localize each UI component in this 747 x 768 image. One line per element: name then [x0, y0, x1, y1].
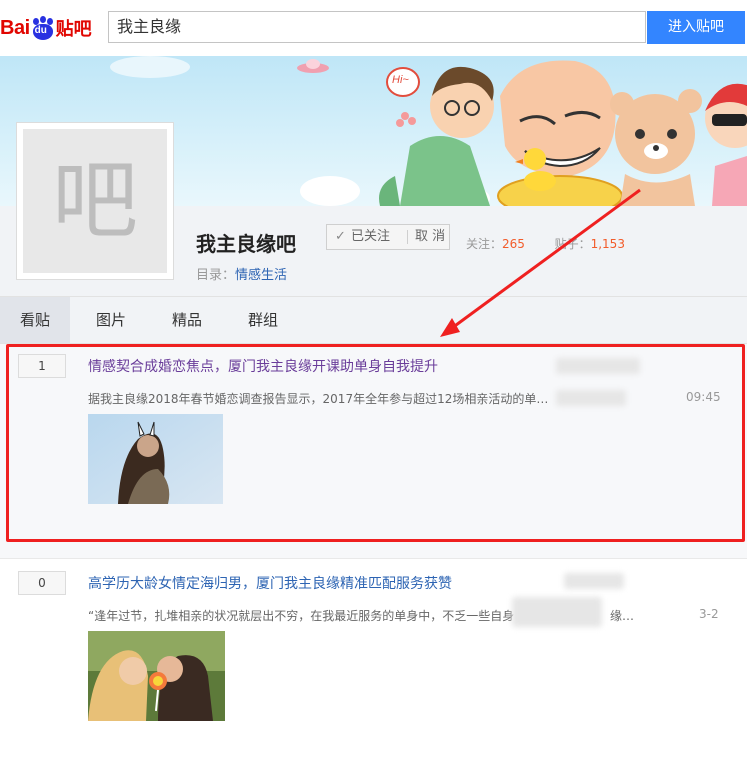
- divider: [407, 230, 408, 244]
- tab-featured[interactable]: 精品: [152, 297, 222, 343]
- follow-status-button[interactable]: ✓ 已关注 取 消: [326, 224, 450, 250]
- forum-avatar-placeholder: 吧: [23, 129, 167, 273]
- followers-count: 265: [502, 237, 525, 251]
- followers-label: 关注：: [466, 237, 503, 251]
- check-icon: ✓: [335, 229, 346, 244]
- unfollow-button[interactable]: 取 消: [415, 225, 445, 249]
- thread-item: 0 高学历大龄女情定海归男，厦门我主良缘精准匹配服务获赞 “逢年过节，扎堆相亲的…: [0, 558, 747, 768]
- enter-forum-button[interactable]: 进入贴吧: [647, 11, 745, 44]
- red-highlight-box: [6, 344, 745, 542]
- forum-tabs: 看贴 图片 精品 群组: [0, 296, 747, 344]
- top-bar: Bai du 贴吧 我主良缘 进入贴吧: [0, 0, 747, 57]
- posts-label: 贴子：: [554, 237, 591, 251]
- logo-bai-text: Bai: [0, 16, 30, 39]
- tab-posts[interactable]: 看贴: [0, 297, 70, 343]
- tab-images[interactable]: 图片: [76, 297, 146, 343]
- logo-tieba-text: 贴吧: [55, 19, 92, 40]
- forum-category: 目录：情感生活: [196, 264, 287, 283]
- blurred-last-replier: [512, 597, 602, 627]
- search-input[interactable]: 我主良缘: [108, 11, 646, 43]
- followed-label: 已关注: [351, 229, 391, 244]
- tab-groups[interactable]: 群组: [228, 297, 298, 343]
- blurred-author: [564, 573, 624, 589]
- forum-avatar[interactable]: 吧: [16, 122, 174, 280]
- thread-time: 3-2: [699, 607, 719, 621]
- category-link[interactable]: 情感生活: [235, 268, 287, 283]
- posts-count: 1,153: [590, 237, 625, 251]
- baidu-paw-icon: du: [31, 16, 55, 40]
- forum-title[interactable]: 我主良缘吧: [196, 228, 296, 257]
- reply-count-badge: 0: [18, 571, 66, 595]
- banner-speech-text: Hi~: [392, 74, 409, 86]
- forum-stats: 关注：265 贴子：1,153: [466, 235, 625, 252]
- baidu-tieba-logo[interactable]: Bai du 贴吧: [0, 10, 92, 46]
- thread-abstract-tail: 缘…: [610, 609, 635, 623]
- thread-abstract: “逢年过节，扎堆相亲的状况就层出不穷，在我最近服务的单身中，不乏一些自身: [88, 609, 515, 623]
- thread-title-link[interactable]: 高学历大龄女情定海归男，厦门我主良缘精准匹配服务获赞: [88, 573, 452, 593]
- category-label: 目录：: [196, 268, 236, 283]
- thread-thumbnail-image[interactable]: [88, 631, 225, 721]
